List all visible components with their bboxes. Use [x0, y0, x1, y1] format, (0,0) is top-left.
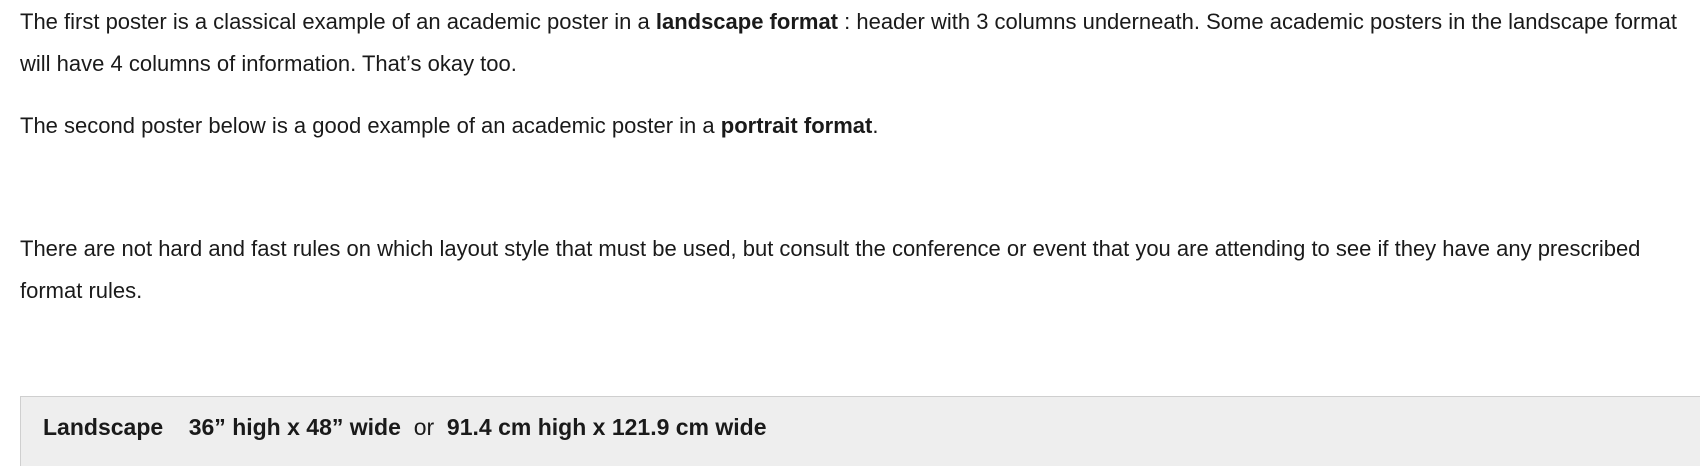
- paragraph-text: The first poster is a classical example …: [20, 9, 656, 34]
- emphasis-portrait-format: portrait format: [720, 113, 873, 138]
- landscape-size-box: Landscape 36” high x 48” wide or 91.4 cm…: [20, 396, 1700, 466]
- spec-label: Landscape: [43, 414, 164, 440]
- paragraph-portrait-intro: The second poster below is a good exampl…: [20, 105, 1685, 147]
- emphasis-landscape-format: landscape format: [655, 9, 839, 34]
- paragraph-layout-rules: There are not hard and fast rules on whi…: [20, 236, 1641, 303]
- paragraph-landscape-intro: The first poster is a classical example …: [20, 1, 1685, 85]
- paragraph-text: The second poster below is a good exampl…: [20, 113, 721, 138]
- spec-metric-size: 91.4 cm high x 121.9 cm wide: [446, 414, 767, 440]
- landscape-size-line: Landscape 36” high x 48” wide or 91.4 cm…: [43, 412, 767, 442]
- paragraph-text: .: [872, 113, 879, 138]
- spec-imperial-size: 36” high x 48” wide: [188, 414, 401, 440]
- spec-or-text: or: [413, 414, 435, 440]
